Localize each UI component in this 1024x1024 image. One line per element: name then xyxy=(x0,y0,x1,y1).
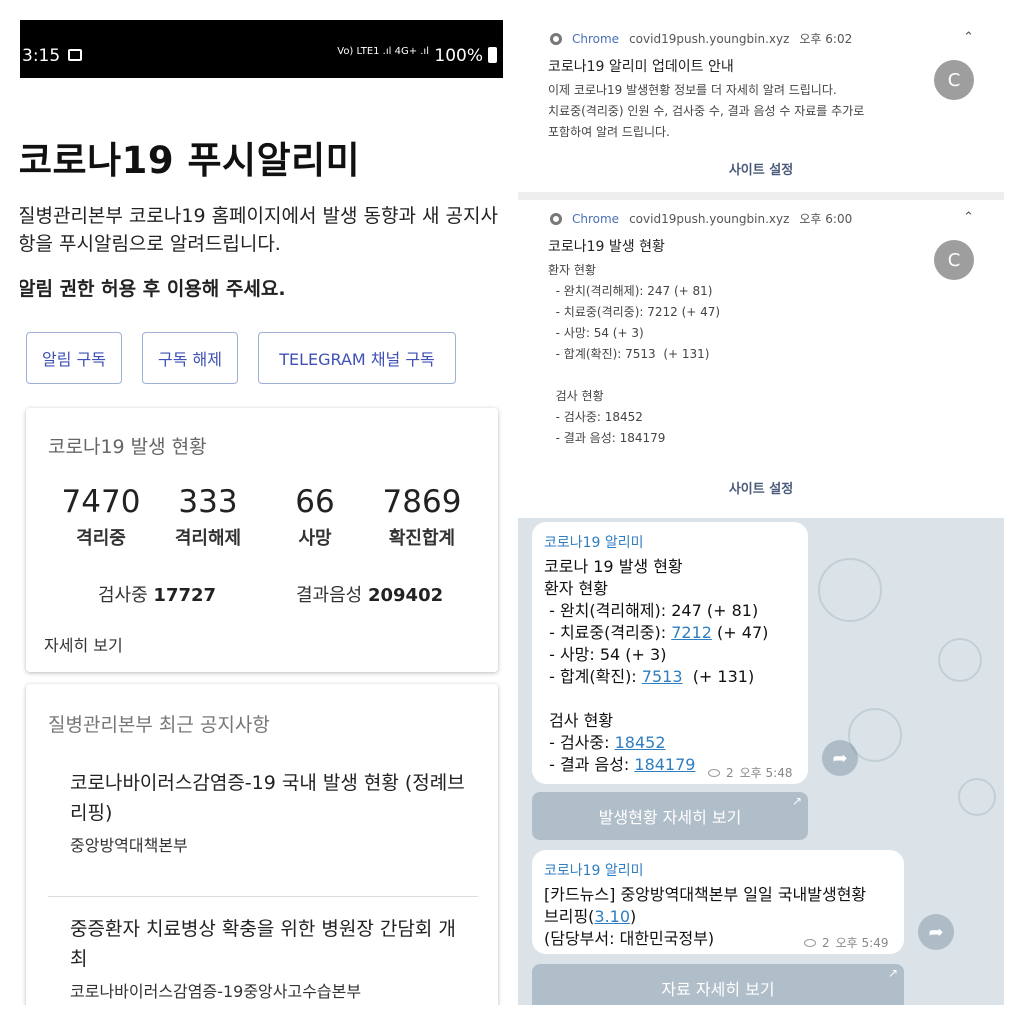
number-link[interactable]: 184179 xyxy=(634,755,695,774)
notice-card-title: 질병관리본부 최근 공지사항 xyxy=(48,714,270,736)
page-description: 질병관리본부 코로나19 홈페이지에서 발생 동향과 새 공지사항을 푸시알림으… xyxy=(20,205,498,255)
number-link[interactable]: 18452 xyxy=(615,733,666,752)
subscribe-button[interactable]: 알림 구독 xyxy=(26,332,122,384)
message-line: 브리핑(3.10) xyxy=(544,907,637,926)
stat-label: 사망 xyxy=(298,528,332,549)
notification-update[interactable]: Chrome covid19push.youngbin.xyz 오후 6:02 … xyxy=(518,20,1004,192)
background-pattern xyxy=(818,558,882,622)
chrome-icon xyxy=(550,32,562,45)
battery-icon xyxy=(488,47,497,63)
notification-shade: Chrome covid19push.youngbin.xyz 오후 6:02 … xyxy=(518,20,1004,504)
battery-percent: 100% xyxy=(434,46,483,66)
external-link-icon: ↗ xyxy=(887,966,898,980)
date-link[interactable]: 3.10 xyxy=(594,907,630,926)
sender-name: 코로나19 알리미 xyxy=(544,863,644,879)
message-line: - 결과 음성: 184179 xyxy=(544,755,696,774)
web-app-panel: 3:15 Vo) LTE1 .ıl 4G+ .ıl 100% 코로나19 푸시알… xyxy=(20,20,503,1005)
background-pattern xyxy=(958,778,996,816)
status-time: 3:15 xyxy=(22,46,61,66)
stat-released: 333 격리해제 xyxy=(153,484,263,550)
notification-body: 환자 현황 - 완치(격리해제): 247 (+ 81) - 치료중(격리중):… xyxy=(548,263,721,445)
message-line: - 완치(격리해제): 247 (+ 81) xyxy=(544,601,759,620)
stats-card-title: 코로나19 발생 현황 xyxy=(48,436,207,458)
notification-header: Chrome covid19push.youngbin.xyz 오후 6:02 xyxy=(550,30,852,47)
notification-status[interactable]: Chrome covid19push.youngbin.xyz 오후 6:00 … xyxy=(518,200,1004,504)
signal-indicators: Vo) LTE1 .ıl 4G+ .ıl xyxy=(337,46,429,57)
chrome-icon xyxy=(550,212,562,225)
site-settings-button[interactable]: 사이트 설정 xyxy=(518,478,1004,497)
stat-value: 66 xyxy=(295,484,335,520)
share-icon[interactable]: ➦ xyxy=(822,740,858,776)
testing-count: 검사중 17727 xyxy=(98,585,217,606)
more-details-link[interactable]: 자세히 보기 xyxy=(44,632,123,656)
stat-confirmed: 7869 확진합계 xyxy=(367,484,477,550)
message-line: (담당부서: 대한민국정부) xyxy=(544,929,715,948)
status-details-button[interactable]: 발생현황 자세히 보기 ↗ xyxy=(532,792,808,840)
message-line: 환자 현황 xyxy=(544,579,608,598)
message-line: [카드뉴스] 중앙방역대책본부 일일 국내발생현황 xyxy=(544,885,867,904)
telegram-subscribe-button[interactable]: TELEGRAM 채널 구독 xyxy=(258,332,456,384)
notice-title: 코로나바이러스감염증-19 국내 발생 현황 (정례브리핑) xyxy=(70,772,465,824)
notice-card: 질병관리본부 최근 공지사항 코로나바이러스감염증-19 국내 발생 현황 (정… xyxy=(26,684,498,1005)
number-link[interactable]: 7212 xyxy=(671,623,712,642)
divider xyxy=(48,896,478,897)
message-line: - 사망: 54 (+ 3) xyxy=(544,645,667,664)
stat-label: 격리해제 xyxy=(174,528,242,549)
telegram-chat: 코로나19 알리미 코로나 19 발생 현황 환자 현황 - 완치(격리해제):… xyxy=(518,518,1004,1005)
permission-note: 알림 권한 허용 후 이용해 주세요. xyxy=(20,278,286,300)
notice-source: 코로나바이러스감염증-19중앙사고수습본부 xyxy=(70,982,362,1001)
avatar: C xyxy=(934,240,974,280)
message-line: - 합계(확진): 7513 (+ 131) xyxy=(544,667,755,686)
message-meta: 2 오후 5:49 xyxy=(804,934,888,951)
unsubscribe-button[interactable]: 구독 해제 xyxy=(142,332,238,384)
material-details-button[interactable]: 자료 자세히 보기 ↗ xyxy=(532,964,904,1005)
external-link-icon: ↗ xyxy=(791,794,802,808)
chevron-up-icon[interactable]: ⌃ xyxy=(963,30,974,45)
message-meta: 2 오후 5:48 xyxy=(708,764,792,781)
notification-header: Chrome covid19push.youngbin.xyz 오후 6:00 xyxy=(550,210,852,227)
message-bubble: 코로나19 알리미 코로나 19 발생 현황 환자 현황 - 완치(격리해제):… xyxy=(532,522,808,784)
message-line: 검사 현황 xyxy=(544,711,614,730)
notice-item[interactable]: 중증환자 치료병상 확충을 위한 병원장 간담회 개최 코로나바이러스감염증-1… xyxy=(70,914,470,1002)
notice-source: 중앙방역대책본부 xyxy=(70,836,188,855)
notice-title: 중증환자 치료병상 확충을 위한 병원장 간담회 개최 xyxy=(70,918,456,970)
stat-value: 7869 xyxy=(382,484,462,520)
share-icon[interactable]: ➦ xyxy=(918,914,954,950)
sender-name: 코로나19 알리미 xyxy=(544,535,644,551)
message-bubble: 코로나19 알리미 [카드뉴스] 중앙방역대책본부 일일 국내발생현황 브리핑(… xyxy=(532,850,904,954)
stats-card: 코로나19 발생 현황 7470 격리중 333 격리해제 66 사망 7869… xyxy=(26,408,498,672)
stat-label: 확진합계 xyxy=(388,528,456,549)
background-pattern xyxy=(938,638,982,682)
site-settings-button[interactable]: 사이트 설정 xyxy=(518,159,1004,178)
notification-title: 코로나19 발생 현황 xyxy=(548,239,665,255)
status-bar: 3:15 Vo) LTE1 .ıl 4G+ .ıl 100% xyxy=(20,20,503,78)
image-icon xyxy=(68,49,82,61)
page-title: 코로나19 푸시알리미 xyxy=(20,139,361,182)
negative-count: 결과음성 209402 xyxy=(296,585,444,606)
stat-value: 333 xyxy=(178,484,238,520)
stat-label: 격리중 xyxy=(76,528,126,549)
stat-value: 7470 xyxy=(61,484,141,520)
message-line: - 검사중: 18452 xyxy=(544,733,666,752)
notice-item[interactable]: 코로나바이러스감염증-19 국내 발생 현황 (정례브리핑) 중앙방역대책본부 xyxy=(70,768,470,856)
stat-isolated: 7470 격리중 xyxy=(46,484,156,550)
eye-icon xyxy=(804,938,816,947)
chevron-up-icon[interactable]: ⌃ xyxy=(963,210,974,225)
stat-deaths: 66 사망 xyxy=(260,484,370,550)
eye-icon xyxy=(708,768,720,777)
message-line: 코로나 19 발생 현황 xyxy=(544,557,683,576)
notification-title: 코로나19 알리미 업데이트 안내 xyxy=(548,59,734,75)
notification-body: 이제 코로나19 발생현황 정보를 더 자세히 알려 드립니다. 치료중(격리중… xyxy=(548,83,865,139)
message-line: - 치료중(격리중): 7212 (+ 47) xyxy=(544,623,769,642)
number-link[interactable]: 7513 xyxy=(642,667,683,686)
avatar: C xyxy=(934,60,974,100)
